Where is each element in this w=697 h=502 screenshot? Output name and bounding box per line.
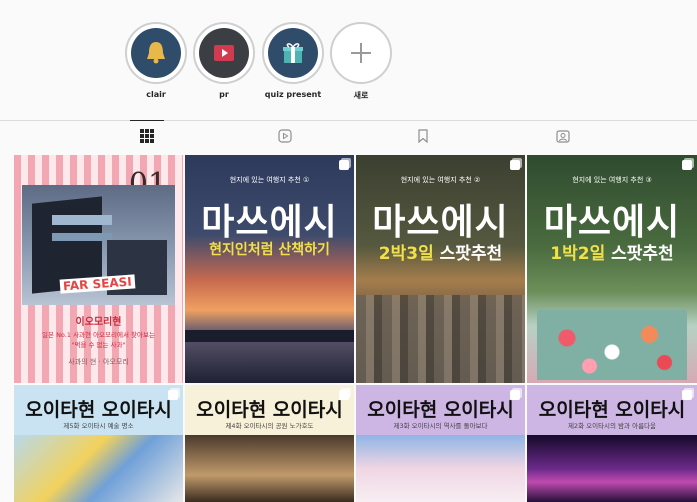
highlight-label: pr — [219, 90, 229, 99]
post-photo — [14, 435, 183, 502]
post-oita-5[interactable]: 오이타현 오이타시 제5화 오이타시 예술 명소 — [14, 385, 183, 502]
post-photo — [185, 435, 354, 502]
town-photo — [356, 295, 525, 383]
multi-post-icon — [339, 160, 349, 170]
active-tab-indicator — [130, 120, 164, 121]
post-matsue-1[interactable]: 현지에 있는 여행지 추천 ① 마쓰에시 현지인처럼 산책하기 — [185, 155, 354, 383]
post-subtitle-days: 2박3일 — [378, 244, 434, 264]
highlight-label: clair — [146, 90, 166, 99]
post-photo: FAR SEASI — [22, 185, 175, 305]
post-desc-line2: "먹을 수 없는 사과" — [71, 341, 126, 349]
post-footer: 사과의 현 · 아오모리 — [68, 358, 129, 366]
flower-photo — [537, 310, 687, 380]
highlight-pr[interactable]: pr — [193, 22, 255, 99]
bridge-silhouette — [185, 330, 354, 342]
multi-post-icon — [510, 160, 520, 170]
highlight-quiz-present[interactable]: quiz present — [262, 22, 324, 99]
post-title: 오이타현 오이타시 — [25, 399, 172, 421]
bookmark-icon — [418, 129, 428, 143]
post-matsue-3[interactable]: 현지에 있는 여행지 추천 ③ 마쓰에시 1박2일 스팟추천 — [527, 155, 697, 383]
tab-divider — [0, 120, 697, 121]
post-matsue-2[interactable]: 현지에 있는 여행지 추천 ② 마쓰에시 2박3일 스팟추천 — [356, 155, 525, 383]
post-note: 현지에 있는 여행지 추천 ① — [229, 176, 310, 184]
post-oita-3[interactable]: 오이타현 오이타시 제3화 오이타시의 역사를 돌아보다 — [356, 385, 525, 502]
post-title: 오이타현 오이타시 — [538, 399, 686, 421]
post-subtitle: 2박3일 스팟추천 — [356, 239, 525, 264]
post-title: 이오모리현 — [75, 317, 122, 328]
post-note: 현지에 있는 여행지 추천 ② — [400, 176, 481, 184]
gift-icon — [283, 43, 303, 63]
reels-icon — [278, 129, 292, 143]
post-subtitle-days: 1박2일 — [550, 244, 606, 264]
post-subtitle: 제2화 오이타시의 밤과 아름다움 — [567, 422, 657, 430]
video-play-icon — [214, 45, 234, 61]
post-subtitle-spots: 스팟추천 — [611, 244, 674, 264]
highlight-new[interactable]: 새로 — [330, 22, 392, 101]
tab-tagged[interactable] — [555, 128, 571, 144]
multi-post-icon — [682, 160, 692, 170]
post-subtitle: 제3화 오이타시의 역사를 돌아보다 — [393, 422, 488, 430]
post-subtitle: 1박2일 스팟추천 — [527, 239, 697, 264]
highlight-label: quiz present — [264, 90, 322, 99]
highlight-label: 새로 — [353, 91, 369, 100]
tagged-icon — [556, 130, 570, 143]
post-photo — [527, 435, 697, 502]
post-subtitle: 제4화 오이타시의 공원 노가호도 — [225, 422, 314, 430]
post-title: 마쓰에시 — [543, 202, 681, 243]
post-title: 오이타현 오이타시 — [196, 399, 343, 421]
post-aomori[interactable]: 01 FAR SEASI 이오모리현 일본 No.1 사과현 아오모리에서 찾아… — [14, 155, 183, 383]
post-subtitle: 현지인처럼 산책하기 — [209, 242, 330, 258]
post-title: 오이타현 오이타시 — [367, 399, 514, 421]
post-oita-4[interactable]: 오이타현 오이타시 제4화 오이타시의 공원 노가호도 — [185, 385, 354, 502]
tab-saved[interactable] — [415, 128, 431, 144]
plus-icon — [351, 43, 371, 63]
post-subtitle: 제5화 오이타시 예술 명소 — [63, 422, 134, 430]
post-title: 마쓰에시 — [372, 202, 509, 243]
bell-icon — [147, 42, 165, 64]
tab-reels[interactable] — [277, 128, 293, 144]
post-oita-2[interactable]: 오이타현 오이타시 제2화 오이타시의 밤과 아름다움 — [527, 385, 697, 502]
post-title: 마쓰에시 — [201, 202, 338, 243]
post-subtitle-spots: 스팟추천 — [439, 244, 503, 264]
grid-icon — [140, 129, 154, 143]
post-desc-line1: 일본 No.1 사과현 아오모리에서 찾아보는 — [42, 331, 155, 339]
tab-posts[interactable] — [139, 128, 155, 144]
highlight-clair[interactable]: clair — [125, 22, 187, 99]
post-note: 현지에 있는 여행지 추천 ③ — [572, 176, 652, 184]
post-photo — [356, 435, 525, 502]
